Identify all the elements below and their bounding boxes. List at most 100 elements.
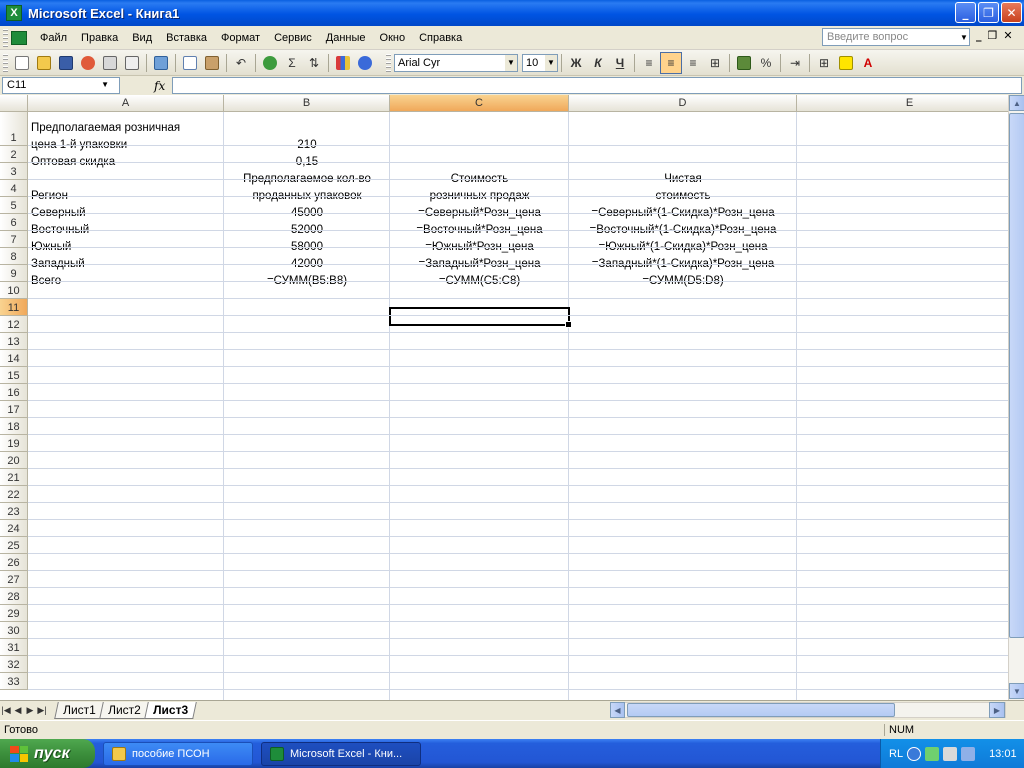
menu-data[interactable]: Данные: [319, 30, 373, 46]
help-icon[interactable]: [354, 52, 376, 74]
start-button[interactable]: пуск: [0, 739, 95, 768]
row-header[interactable]: 18: [0, 418, 28, 435]
percent-button[interactable]: %: [755, 52, 777, 74]
row-header[interactable]: 28: [0, 588, 28, 605]
scroll-left-icon[interactable]: ◀: [610, 702, 625, 718]
row-header[interactable]: 27: [0, 571, 28, 588]
print-preview-icon[interactable]: [121, 52, 143, 74]
copy-icon[interactable]: [179, 52, 201, 74]
row-header[interactable]: 21: [0, 469, 28, 486]
row-header[interactable]: 31: [0, 639, 28, 656]
prev-sheet-icon[interactable]: ◀: [12, 702, 24, 718]
workbook-close-button[interactable]: ✕: [1003, 29, 1012, 42]
back-arrow-icon[interactable]: [907, 746, 922, 761]
help-question-input[interactable]: Введите вопрос: [822, 28, 970, 46]
row-header[interactable]: 5: [0, 197, 28, 214]
font-color-icon[interactable]: A: [857, 52, 879, 74]
italic-button[interactable]: К: [587, 52, 609, 74]
merge-center-icon[interactable]: ⊞: [704, 52, 726, 74]
row-header[interactable]: 8: [0, 248, 28, 265]
menu-edit[interactable]: Правка: [74, 30, 125, 46]
currency-icon[interactable]: [733, 52, 755, 74]
close-button[interactable]: ✕: [1001, 2, 1022, 23]
formula-input[interactable]: [172, 77, 1022, 94]
excel-icon[interactable]: X: [6, 5, 22, 21]
column-header-e[interactable]: E: [797, 95, 1008, 112]
scroll-down-icon[interactable]: ▼: [1009, 683, 1024, 699]
sheet-tab-2[interactable]: Лист2: [98, 701, 150, 719]
vertical-scrollbar[interactable]: ▲ ▼: [1008, 95, 1024, 700]
row-header[interactable]: 6: [0, 214, 28, 231]
paste-icon[interactable]: [201, 52, 223, 74]
toolbar-grip[interactable]: [3, 53, 8, 72]
spelling-icon[interactable]: [150, 52, 172, 74]
align-left-icon[interactable]: ≡: [638, 52, 660, 74]
indent-icon[interactable]: ⇥: [784, 52, 806, 74]
save-icon[interactable]: [55, 52, 77, 74]
menu-help[interactable]: Справка: [412, 30, 469, 46]
sheet-tab-1[interactable]: Лист1: [54, 701, 105, 719]
print-icon[interactable]: [99, 52, 121, 74]
menubar-grip[interactable]: [3, 28, 8, 47]
row-header[interactable]: 1: [0, 112, 28, 146]
scroll-up-icon[interactable]: ▲: [1009, 95, 1024, 111]
row-header[interactable]: 11: [0, 299, 28, 316]
new-document-icon[interactable]: [11, 52, 33, 74]
scroll-right-icon[interactable]: ▶: [989, 702, 1005, 718]
undo-icon[interactable]: ↶: [230, 52, 252, 74]
chevron-down-icon[interactable]: ▼: [958, 29, 970, 45]
row-header[interactable]: 29: [0, 605, 28, 622]
autosum-icon[interactable]: Σ: [281, 52, 303, 74]
chevron-down-icon[interactable]: ▼: [505, 54, 517, 71]
font-name-select[interactable]: Arial Cyr ▼: [394, 53, 518, 72]
align-right-icon[interactable]: ≡: [682, 52, 704, 74]
menu-tools[interactable]: Сервис: [267, 30, 319, 46]
row-header[interactable]: 22: [0, 486, 28, 503]
insert-function-icon[interactable]: fx: [154, 79, 172, 93]
menu-insert[interactable]: Вставка: [159, 30, 214, 46]
next-sheet-icon[interactable]: ▶: [24, 702, 36, 718]
workbook-restore-button[interactable]: ❐: [988, 29, 998, 42]
chart-wizard-icon[interactable]: [332, 52, 354, 74]
row-header[interactable]: 25: [0, 537, 28, 554]
active-cell-c11[interactable]: [389, 307, 572, 328]
task-excel-button[interactable]: Microsoft Excel - Кни...: [261, 741, 421, 766]
task-folder-button[interactable]: пособие ПСОН: [103, 741, 253, 766]
row-header[interactable]: 16: [0, 384, 28, 401]
minimize-button[interactable]: _: [955, 2, 976, 23]
chevron-down-icon[interactable]: ▼: [101, 80, 109, 89]
volume-icon[interactable]: [943, 746, 958, 761]
permission-icon[interactable]: [77, 52, 99, 74]
align-center-icon[interactable]: ≡: [660, 51, 682, 74]
row-header[interactable]: 24: [0, 520, 28, 537]
menu-format[interactable]: Формат: [214, 30, 267, 46]
row-header[interactable]: 23: [0, 503, 28, 520]
borders-icon[interactable]: ⊞: [813, 52, 835, 74]
last-sheet-icon[interactable]: ▶|: [36, 702, 48, 718]
row-header[interactable]: 14: [0, 350, 28, 367]
row-header[interactable]: 10: [0, 282, 28, 299]
network-icon[interactable]: [925, 746, 940, 761]
column-header-d[interactable]: D: [569, 95, 797, 112]
column-header-b[interactable]: B: [224, 95, 390, 112]
row-header[interactable]: 20: [0, 452, 28, 469]
row-header[interactable]: 2: [0, 146, 28, 163]
row-header[interactable]: 19: [0, 435, 28, 452]
menu-window[interactable]: Окно: [373, 30, 413, 46]
row-header[interactable]: 30: [0, 622, 28, 639]
row-header[interactable]: 4: [0, 180, 28, 197]
menu-file[interactable]: Файл: [33, 30, 74, 46]
row-header[interactable]: 9: [0, 265, 28, 282]
name-box[interactable]: C11 ▼: [2, 77, 120, 94]
display-icon[interactable]: [961, 746, 976, 761]
row-header[interactable]: 12: [0, 316, 28, 333]
select-all-corner[interactable]: [0, 95, 28, 112]
workbook-icon[interactable]: [11, 30, 27, 45]
restore-button[interactable]: ❐: [978, 2, 999, 23]
font-size-select[interactable]: 10 ▼: [522, 53, 558, 72]
column-header-c[interactable]: C: [390, 95, 569, 112]
row-header[interactable]: 7: [0, 231, 28, 248]
sort-ascending-icon[interactable]: ⇅: [303, 52, 325, 74]
row-header[interactable]: 17: [0, 401, 28, 418]
row-header[interactable]: 3: [0, 163, 28, 180]
